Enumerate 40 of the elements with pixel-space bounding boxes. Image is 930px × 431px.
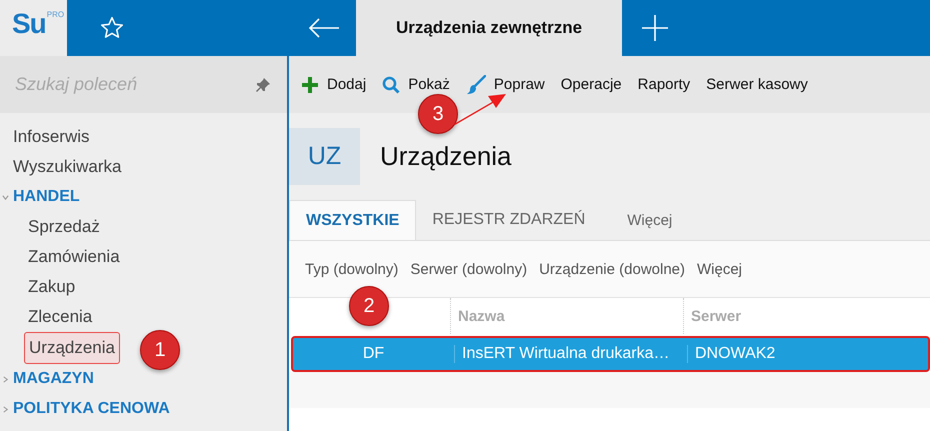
page-title: Urządzenia	[380, 141, 512, 172]
star-icon[interactable]	[99, 15, 125, 41]
toolbar-button[interactable]: Pokaż	[382, 76, 450, 94]
sidebar-item[interactable]: Zlecenia	[24, 302, 96, 332]
pin-icon[interactable]	[255, 76, 271, 92]
logo-label: PRO	[46, 10, 64, 19]
sidebar-item[interactable]: Urządzenia	[24, 332, 120, 364]
sidebar-item[interactable]: Zamówienia	[24, 242, 124, 272]
toolbar-button[interactable]: Raporty	[638, 76, 690, 93]
filter-button[interactable]: Serwer (dowolny)	[410, 260, 528, 278]
toolbar-button[interactable]: Dodaj	[301, 76, 366, 94]
pointer-arrow	[452, 92, 508, 126]
search-field[interactable]: Szukaj poleceń	[0, 56, 287, 113]
filter-button[interactable]: Więcej	[697, 260, 742, 278]
more-tab[interactable]: Więcej	[601, 200, 688, 240]
sidebar-item[interactable]: Zakup	[24, 272, 80, 302]
table-cell: DNOWAK2	[687, 345, 928, 363]
module-badge: UZ	[289, 128, 360, 185]
table-cell: InsERT Wirtualna drukarka…	[454, 345, 687, 363]
brush-icon	[466, 74, 486, 94]
filter-button[interactable]: Typ (dowolny)	[305, 260, 398, 278]
sidebar-item[interactable]: Sprzedaż	[24, 212, 104, 242]
sidebar-item[interactable]: Wyszukiwarka	[0, 152, 287, 182]
table-cell-text: DF	[362, 345, 386, 363]
filter-button[interactable]: Urządzenie (dowolne)	[539, 260, 685, 278]
command-search-field[interactable]: Szukaj poleceń	[13, 73, 255, 96]
search-icon	[382, 76, 400, 94]
toolbar-button[interactable]: Serwer kasowy	[706, 76, 808, 93]
toolbar-button[interactable]: Popraw	[466, 74, 545, 94]
sidebar-item[interactable]: Infoserwis	[0, 122, 287, 152]
app-logo: Su	[12, 10, 46, 38]
view-tab[interactable]: REJESTR ZDARZEŃ	[416, 200, 602, 240]
sidebar-group[interactable]: HANDEL	[0, 182, 287, 212]
back-arrow-icon[interactable]	[308, 18, 340, 38]
plus-icon[interactable]	[642, 15, 668, 41]
sidebar-group[interactable]: POLITYKA CENOWA	[0, 394, 287, 424]
view-tab[interactable]: WSZYSTKIE	[289, 200, 416, 240]
plus-icon	[301, 76, 319, 94]
document-tab[interactable]: Urządzenia zewnętrzne	[356, 0, 622, 56]
toolbar-button[interactable]: Operacje	[560, 76, 622, 93]
